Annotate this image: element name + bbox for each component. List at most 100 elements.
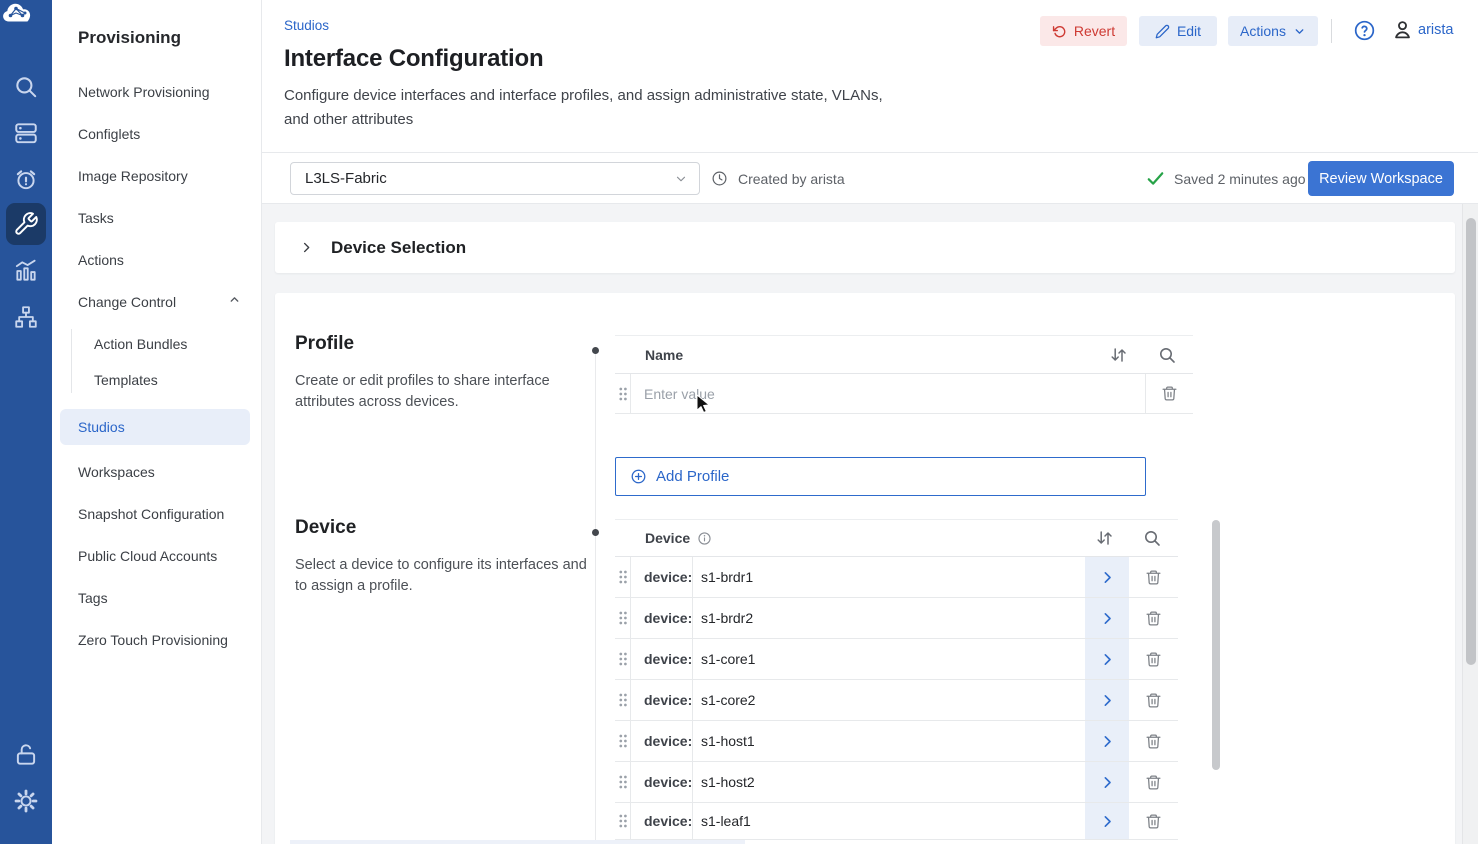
user-avatar-icon[interactable]	[1391, 18, 1414, 41]
metrics-nav-icon[interactable]	[13, 258, 39, 284]
actions-dropdown-button[interactable]: Actions	[1228, 16, 1318, 46]
search-icon[interactable]	[1158, 346, 1176, 364]
drag-dots-icon	[618, 386, 628, 402]
chevron-right-icon	[1100, 570, 1115, 585]
chevron-right-icon	[299, 240, 314, 255]
edit-button[interactable]: Edit	[1139, 16, 1217, 46]
delete-device-button[interactable]	[1129, 639, 1178, 679]
delete-device-button[interactable]	[1129, 762, 1178, 802]
revert-button-label: Revert	[1074, 23, 1115, 39]
page-scrollbar[interactable]	[1462, 204, 1478, 844]
profile-section-title: Profile	[295, 333, 354, 355]
sidebar-item-configlets[interactable]: Configlets	[78, 123, 140, 145]
sidebar-item-studios[interactable]: Studios	[60, 409, 250, 445]
sidebar-item-tags[interactable]: Tags	[78, 587, 108, 609]
unlock-nav-icon[interactable]	[13, 742, 39, 768]
profile-column-header: Name	[645, 347, 683, 363]
delete-device-button[interactable]	[1129, 721, 1178, 761]
drag-handle[interactable]	[615, 639, 630, 679]
delete-device-button[interactable]	[1129, 680, 1178, 720]
drag-handle[interactable]	[615, 680, 630, 720]
profile-section-description: Create or edit profiles to share interfa…	[295, 371, 575, 413]
sidebar-item-change-control[interactable]: Change Control	[78, 291, 176, 313]
settings-gear-nav-icon[interactable]	[13, 788, 39, 814]
revert-button[interactable]: Revert	[1040, 16, 1127, 46]
wrench-icon	[13, 211, 39, 237]
sidebar-item-studios-label: Studios	[78, 416, 125, 438]
sidebar-item-public-cloud-accounts[interactable]: Public Cloud Accounts	[78, 545, 217, 567]
undo-icon	[1052, 24, 1067, 39]
delete-device-button[interactable]	[1129, 557, 1178, 597]
open-device-button[interactable]	[1085, 598, 1129, 638]
delete-device-button[interactable]	[1129, 598, 1178, 638]
drag-handle[interactable]	[615, 803, 630, 839]
trash-icon	[1145, 651, 1162, 668]
drag-handle[interactable]	[615, 557, 630, 597]
sidebar-item-action-bundles[interactable]: Action Bundles	[94, 333, 187, 355]
username[interactable]: arista	[1418, 22, 1453, 38]
device-selection-section-header[interactable]: Device Selection	[275, 222, 1455, 273]
device-row-value: s1-brdr1	[693, 557, 1085, 597]
drag-handle[interactable]	[615, 762, 630, 802]
sidebar-item-network-provisioning[interactable]: Network Provisioning	[78, 81, 210, 103]
device-row-label: device:	[630, 762, 693, 802]
device-inventory-nav-icon[interactable]	[13, 120, 39, 146]
review-workspace-button[interactable]: Review Workspace	[1308, 161, 1454, 196]
device-row: device: s1-host2	[615, 762, 1178, 803]
open-device-button[interactable]	[1085, 721, 1129, 761]
device-list-scrollbar-thumb[interactable]	[1212, 520, 1220, 770]
trash-icon	[1145, 813, 1162, 830]
sidebar-item-tasks[interactable]: Tasks	[78, 207, 114, 229]
chevron-right-icon	[1100, 652, 1115, 667]
sidebar-item-image-repository[interactable]: Image Repository	[78, 165, 188, 187]
help-button[interactable]	[1353, 19, 1376, 42]
profile-name-input[interactable]	[631, 386, 1145, 402]
delete-device-button[interactable]	[1129, 803, 1178, 839]
add-device-row-partial	[290, 840, 745, 844]
device-row-label: device:	[630, 639, 693, 679]
workspace-select[interactable]: L3LS-Fabric	[290, 162, 700, 195]
sort-icon[interactable]	[1109, 345, 1128, 364]
device-row: device: s1-brdr2	[615, 598, 1178, 639]
sort-icon[interactable]	[1095, 529, 1114, 548]
drag-handle[interactable]	[615, 374, 630, 413]
profile-table-header: Name	[615, 335, 1193, 374]
drag-dots-icon	[618, 692, 628, 708]
breadcrumb-studios[interactable]: Studios	[284, 18, 329, 33]
device-row: device: s1-core2	[615, 680, 1178, 721]
sidebar-item-templates[interactable]: Templates	[94, 369, 158, 391]
plus-circle-icon	[630, 468, 647, 485]
open-device-button[interactable]	[1085, 803, 1129, 839]
sidebar-item-snapshot-configuration[interactable]: Snapshot Configuration	[78, 503, 224, 525]
delete-profile-button[interactable]	[1146, 374, 1193, 413]
cloudvision-logo-icon	[0, 0, 34, 27]
open-device-button[interactable]	[1085, 557, 1129, 597]
search-nav-icon[interactable]	[13, 74, 39, 100]
header-divider	[1331, 19, 1332, 43]
open-device-button[interactable]	[1085, 639, 1129, 679]
device-section-description: Select a device to configure its interfa…	[295, 555, 587, 597]
device-selection-title: Device Selection	[331, 238, 466, 258]
info-icon[interactable]	[697, 531, 712, 546]
drag-handle[interactable]	[615, 598, 630, 638]
open-device-button[interactable]	[1085, 762, 1129, 802]
trash-icon	[1145, 692, 1162, 709]
device-row-value: s1-core1	[693, 639, 1085, 679]
created-by-text: Created by arista	[738, 169, 845, 189]
chevron-up-icon[interactable]	[228, 293, 241, 306]
drag-handle[interactable]	[615, 721, 630, 761]
provisioning-nav-active-tile[interactable]	[6, 203, 46, 245]
sidebar-item-zero-touch-provisioning[interactable]: Zero Touch Provisioning	[78, 629, 228, 651]
search-icon[interactable]	[1143, 529, 1161, 547]
sidebar-item-actions[interactable]: Actions	[78, 249, 124, 271]
sidebar-item-workspaces[interactable]: Workspaces	[78, 461, 155, 483]
open-device-button[interactable]	[1085, 680, 1129, 720]
drag-dots-icon	[618, 651, 628, 667]
device-table-header: Device	[615, 519, 1178, 557]
provisioning-sidebar: Provisioning Network Provisioning Config…	[52, 0, 262, 844]
events-alarm-nav-icon[interactable]	[13, 166, 39, 192]
profile-input-row	[615, 374, 1193, 414]
add-profile-button[interactable]: Add Profile	[615, 457, 1146, 496]
page-scrollbar-thumb[interactable]	[1466, 218, 1476, 665]
topology-nav-icon[interactable]	[13, 304, 39, 330]
